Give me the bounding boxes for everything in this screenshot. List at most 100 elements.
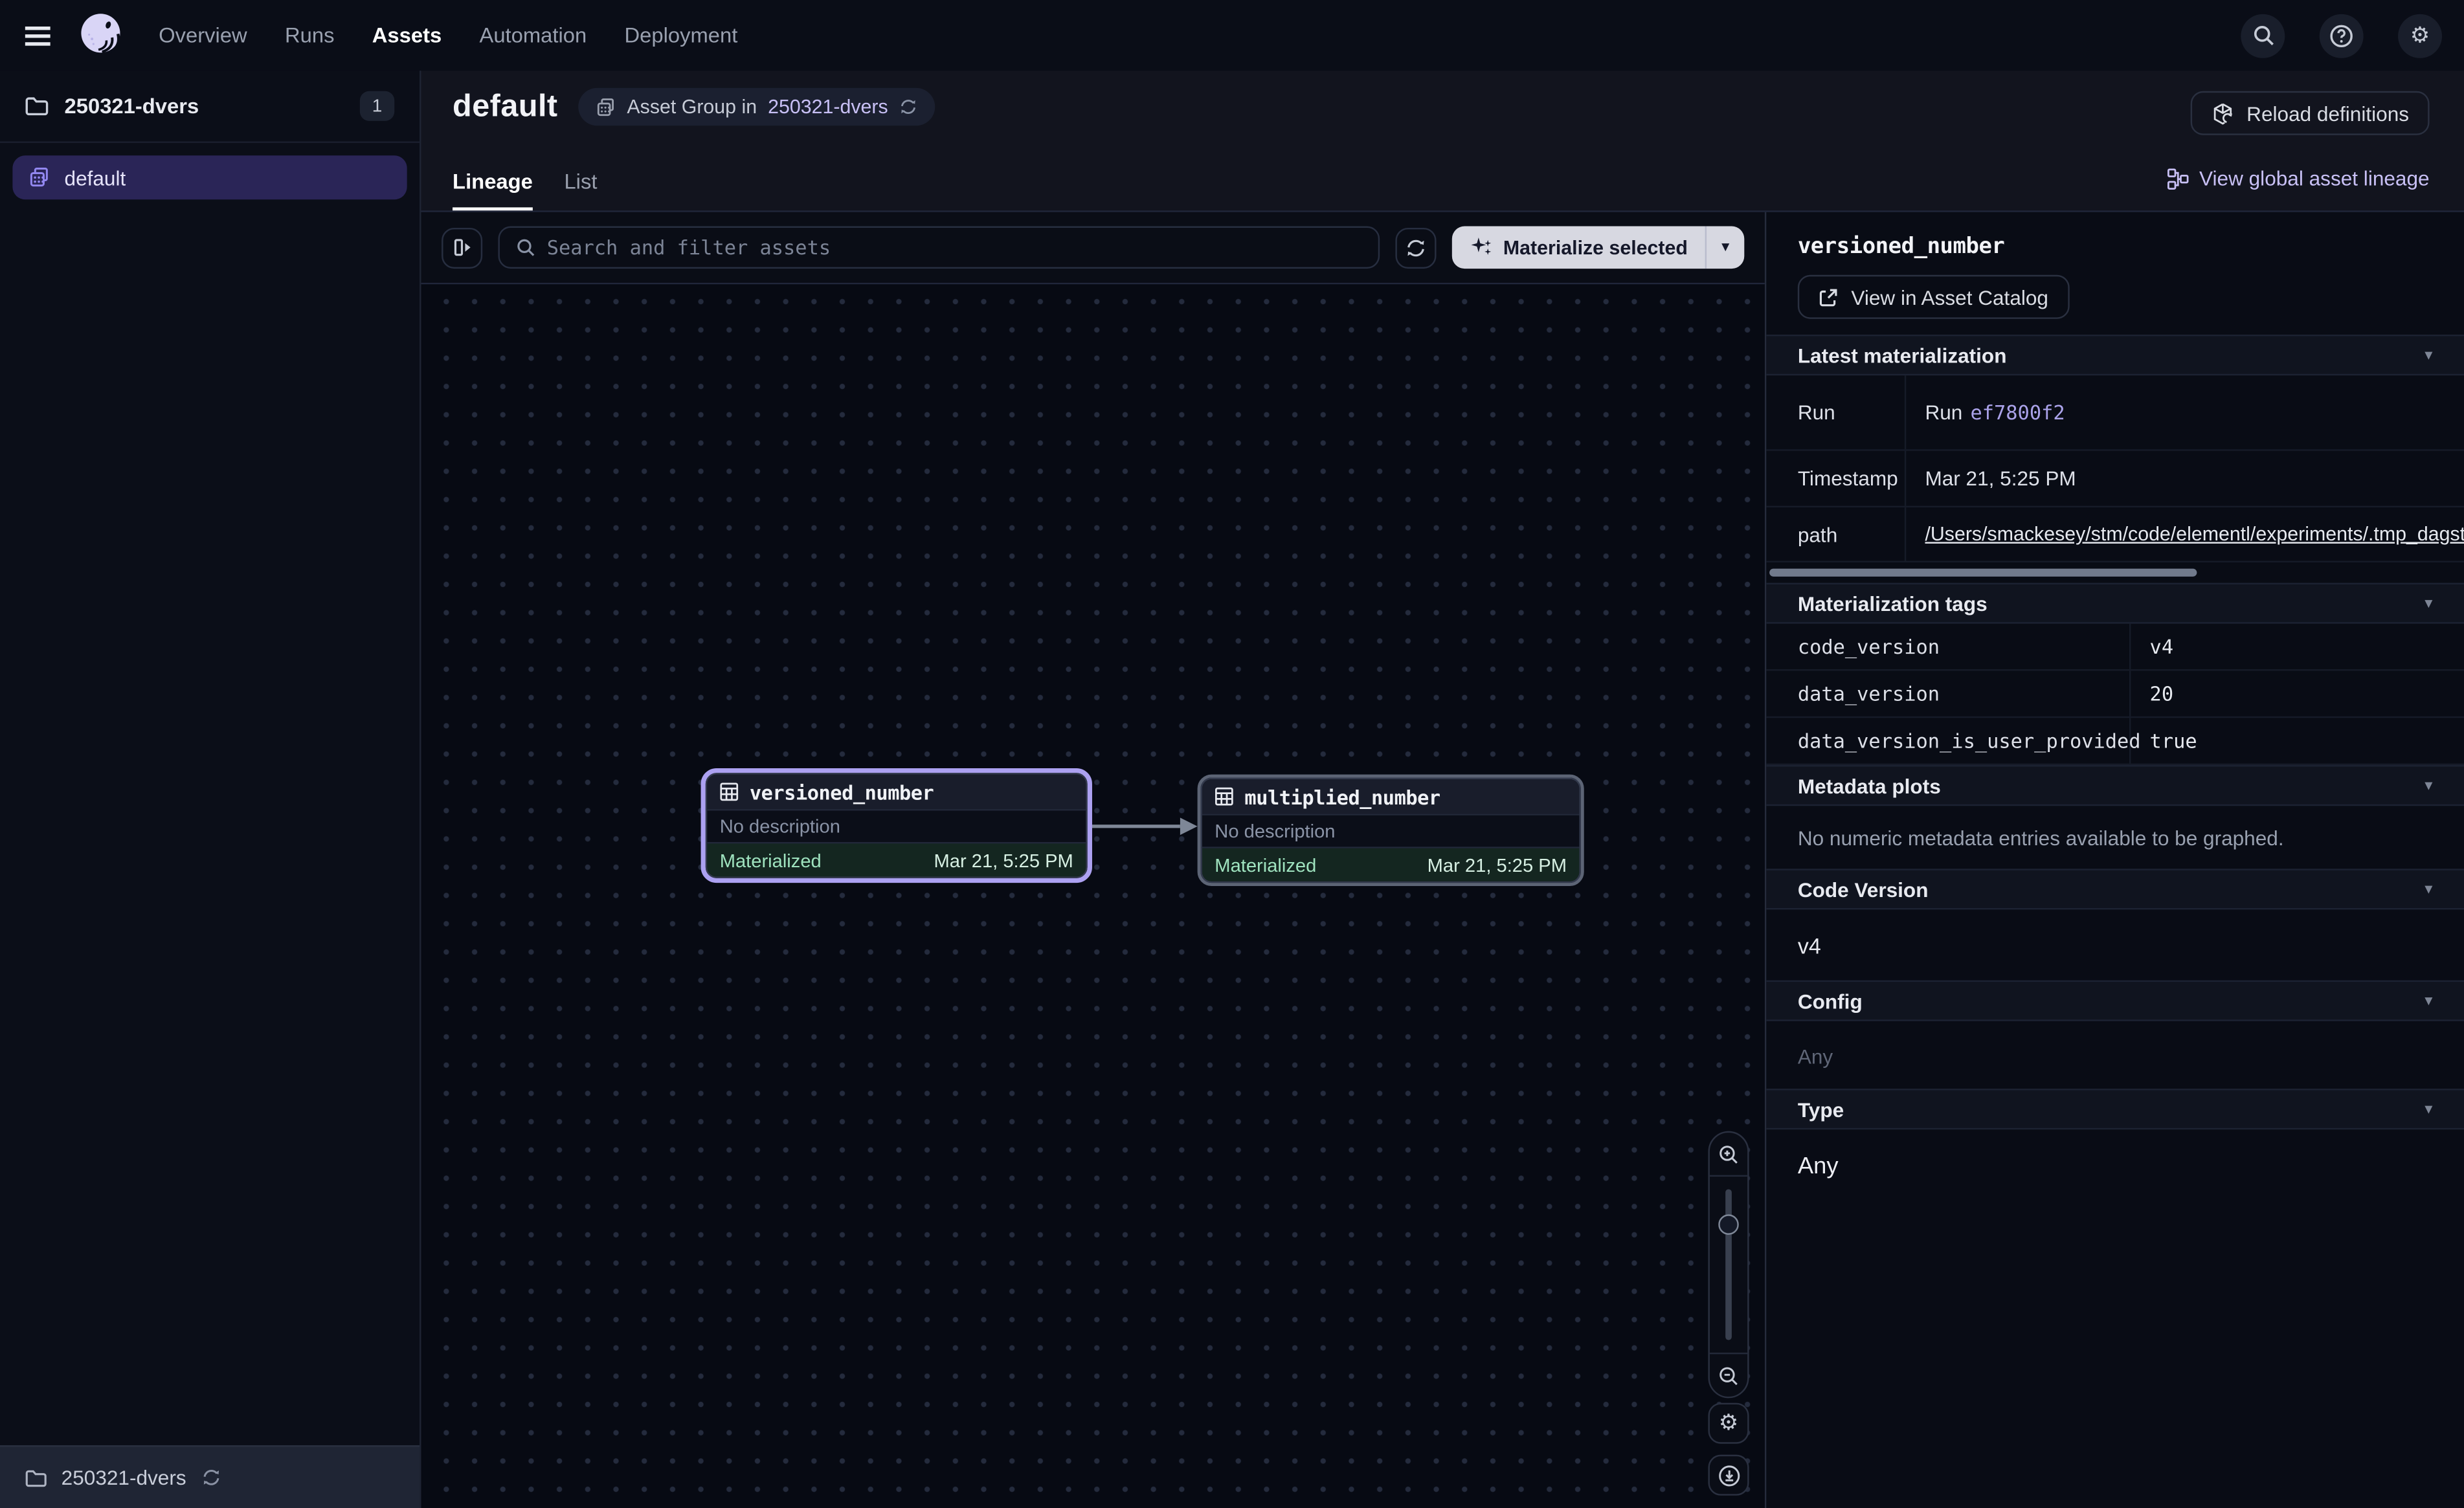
- row-label: Timestamp: [1766, 451, 1906, 506]
- repo-name: 250321-dvers: [65, 94, 344, 118]
- section-label: Config: [1798, 989, 1863, 1012]
- search-icon[interactable]: [2241, 14, 2285, 58]
- asset-search-box: [498, 227, 1379, 269]
- folder-icon: [25, 96, 49, 116]
- section-type[interactable]: Type ▾: [1766, 1089, 2464, 1129]
- materialized-timestamp: Mar 21, 5:25 PM: [1428, 854, 1567, 876]
- section-label: Latest materialization: [1798, 343, 2007, 366]
- sidebar-repo-row[interactable]: 250321-dvers 1: [0, 71, 420, 143]
- asset-node-multiplied-number[interactable]: multiplied_number No description Materia…: [1198, 775, 1584, 886]
- chevron-down-icon[interactable]: ▾: [2425, 881, 2432, 898]
- reload-definitions-button[interactable]: Reload definitions: [2190, 91, 2430, 135]
- refresh-icon[interactable]: [899, 97, 918, 116]
- path-link[interactable]: /Users/smackesey/stm/code/elementl/exper…: [1925, 523, 2464, 545]
- row-label: path: [1766, 507, 1906, 561]
- section-label: Type: [1798, 1097, 1844, 1120]
- table-row: path /Users/smackesey/stm/code/elementl/…: [1766, 507, 2464, 562]
- materialize-dropdown-caret[interactable]: ▾: [1707, 239, 1744, 256]
- chevron-down-icon[interactable]: ▾: [2425, 1100, 2432, 1118]
- asset-node-versioned-number[interactable]: versioned_number No description Material…: [701, 768, 1092, 883]
- search-icon: [515, 238, 536, 258]
- zoom-slider-track[interactable]: [1725, 1189, 1732, 1340]
- top-nav: Overview Runs Assets Automation Deployme…: [0, 0, 2464, 71]
- zoom-out-icon[interactable]: [1710, 1353, 1747, 1397]
- view-in-asset-catalog-button[interactable]: View in Asset Catalog: [1798, 275, 2069, 319]
- refresh-icon[interactable]: [200, 1467, 221, 1488]
- settings-gear-icon[interactable]: ⚙: [2398, 14, 2442, 58]
- row-label: Run: [1766, 375, 1906, 449]
- code-version-value: v4: [1766, 909, 2464, 980]
- graph-toolbar: Materialize selected ▾: [421, 212, 1765, 285]
- badge-repo-link[interactable]: 250321-dvers: [768, 96, 888, 118]
- node-description: No description: [1202, 814, 1580, 848]
- sidebar-footer: 250321-dvers: [0, 1445, 420, 1508]
- nav-item-assets[interactable]: Assets: [372, 23, 442, 47]
- section-latest-materialization[interactable]: Latest materialization ▾: [1766, 335, 2464, 375]
- chevron-down-icon[interactable]: ▾: [2425, 992, 2432, 1010]
- scrollbar-thumb[interactable]: [1769, 569, 2197, 577]
- refresh-graph-button[interactable]: [1394, 227, 1435, 268]
- node-name: multiplied_number: [1244, 784, 1440, 808]
- zoom-slider-thumb[interactable]: [1718, 1214, 1739, 1235]
- materialize-split-button: Materialize selected ▾: [1451, 227, 1745, 269]
- section-config[interactable]: Config ▾: [1766, 981, 2464, 1021]
- section-label: Materialization tags: [1798, 592, 1988, 615]
- chevron-down-icon[interactable]: ▾: [2425, 346, 2432, 364]
- menu-icon[interactable]: [22, 23, 54, 48]
- table-row: Run Run ef7800f2: [1766, 375, 2464, 451]
- view-tabs: Lineage List: [453, 170, 597, 210]
- zoom-control-panel: [1708, 1131, 1749, 1399]
- tab-lineage[interactable]: Lineage: [453, 170, 533, 210]
- node-header: versioned_number: [707, 775, 1086, 809]
- chevron-down-icon[interactable]: ▾: [2425, 595, 2432, 612]
- primary-nav: Overview Runs Assets Automation Deployme…: [159, 23, 737, 47]
- page-title: default: [453, 89, 558, 125]
- nav-item-automation[interactable]: Automation: [479, 23, 587, 47]
- tag-key: code_version: [1766, 624, 2131, 669]
- sidebar-item-default-group[interactable]: default: [12, 155, 407, 199]
- search-input[interactable]: [547, 236, 1362, 259]
- tag-key: data_version: [1766, 671, 2131, 716]
- materialized-status: Materialized: [1215, 854, 1316, 876]
- sparkle-icon: [1469, 236, 1492, 259]
- page-header: default: [421, 71, 2464, 212]
- reload-cube-icon: [2210, 102, 2234, 125]
- content-row: Materialize selected ▾: [421, 212, 2464, 1508]
- download-image-icon[interactable]: [1708, 1455, 1749, 1496]
- collapse-sidebar-toggle[interactable]: [442, 227, 482, 268]
- zoom-slider[interactable]: [1710, 1177, 1747, 1353]
- repo-asset-count-badge: 1: [360, 91, 394, 121]
- main-column: default: [421, 71, 2464, 1508]
- chevron-down-icon[interactable]: ▾: [2425, 777, 2432, 794]
- materialize-label: Materialize selected: [1503, 236, 1688, 258]
- materialize-button[interactable]: Materialize selected: [1451, 236, 1705, 259]
- tab-list[interactable]: List: [564, 170, 597, 210]
- view-in-asset-catalog-label: View in Asset Catalog: [1851, 285, 2048, 309]
- zoom-in-icon[interactable]: [1710, 1133, 1747, 1177]
- node-box: versioned_number No description Material…: [706, 773, 1088, 878]
- section-materialization-tags[interactable]: Materialization tags ▾: [1766, 583, 2464, 624]
- run-id-link[interactable]: ef7800f2: [1970, 401, 2065, 424]
- tag-value: v4: [2131, 624, 2464, 669]
- nav-item-runs[interactable]: Runs: [285, 23, 334, 47]
- section-code-version[interactable]: Code Version ▾: [1766, 869, 2464, 909]
- help-icon[interactable]: [2320, 14, 2364, 58]
- horizontal-scrollbar: [1766, 562, 2464, 583]
- type-value: Any: [1766, 1129, 2464, 1203]
- asset-detail-panel: versioned_number View in Asset Catalog: [1765, 212, 2464, 1508]
- row-value: Mar 21, 5:25 PM: [1906, 451, 2464, 506]
- title-row: default: [421, 71, 2464, 126]
- row-value: /Users/smackesey/stm/code/elementl/exper…: [1906, 507, 2464, 561]
- dagster-logo-icon[interactable]: [76, 10, 128, 61]
- graph-settings-gear-icon[interactable]: ⚙: [1708, 1403, 1749, 1444]
- nav-item-overview[interactable]: Overview: [159, 23, 247, 47]
- group-name: default: [65, 166, 126, 189]
- nav-item-deployment[interactable]: Deployment: [625, 23, 738, 47]
- lineage-canvas[interactable]: versioned_number No description Material…: [421, 284, 1765, 1508]
- view-global-lineage-link[interactable]: View global asset lineage: [2166, 166, 2430, 190]
- table-icon: [720, 782, 739, 801]
- section-metadata-plots[interactable]: Metadata plots ▾: [1766, 765, 2464, 806]
- table-row: code_version v4: [1766, 624, 2464, 671]
- folder-icon: [25, 1468, 47, 1487]
- table-row: data_version_is_user_provided true: [1766, 718, 2464, 765]
